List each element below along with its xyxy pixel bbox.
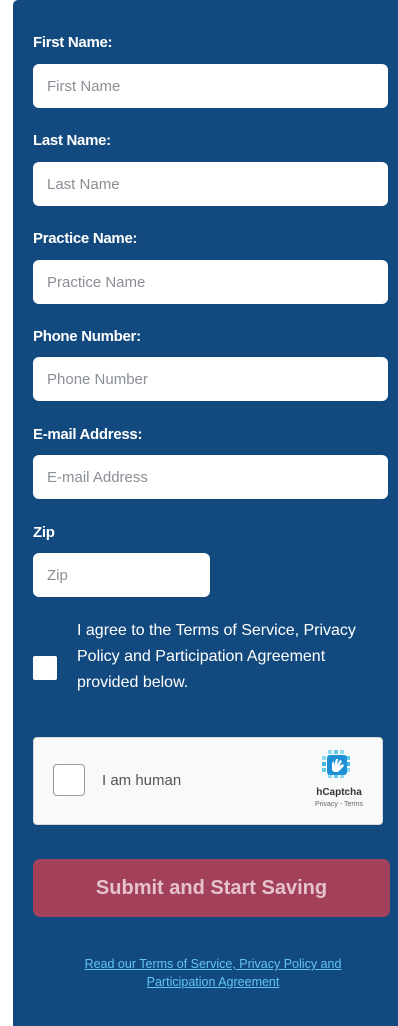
hcaptcha-brand: hCaptcha — [316, 787, 362, 798]
agree-checkbox[interactable] — [33, 656, 57, 680]
phone-number-input[interactable] — [33, 357, 388, 401]
hcaptcha-widget: I am human hCaptcha Privacy - Terms — [33, 737, 383, 825]
practice-name-input[interactable] — [33, 260, 388, 304]
hcaptcha-privacy-terms-link[interactable]: Privacy - Terms — [300, 801, 378, 808]
submit-button[interactable]: Submit and Start Saving — [33, 859, 390, 917]
first-name-input[interactable] — [33, 64, 388, 108]
signup-form-panel: First Name: Last Name: Practice Name: Ph… — [13, 0, 398, 1026]
email-address-label: E-mail Address: — [33, 426, 143, 443]
terms-link-container: Read our Terms of Service, Privacy Polic… — [53, 955, 373, 991]
email-address-input[interactable] — [33, 455, 388, 499]
zip-input[interactable] — [33, 553, 210, 597]
last-name-label: Last Name: — [33, 132, 111, 149]
terms-link[interactable]: Read our Terms of Service, Privacy Polic… — [85, 957, 342, 989]
captcha-checkbox[interactable] — [53, 764, 85, 796]
zip-label: Zip — [33, 524, 55, 541]
practice-name-label: Practice Name: — [33, 230, 138, 247]
agree-text: I agree to the Terms of Service, Privacy… — [77, 622, 356, 691]
first-name-label: First Name: — [33, 34, 113, 51]
captcha-label: I am human — [102, 772, 182, 789]
phone-number-label: Phone Number: — [33, 328, 141, 345]
hcaptcha-logo-icon — [322, 750, 350, 778]
last-name-input[interactable] — [33, 162, 388, 206]
